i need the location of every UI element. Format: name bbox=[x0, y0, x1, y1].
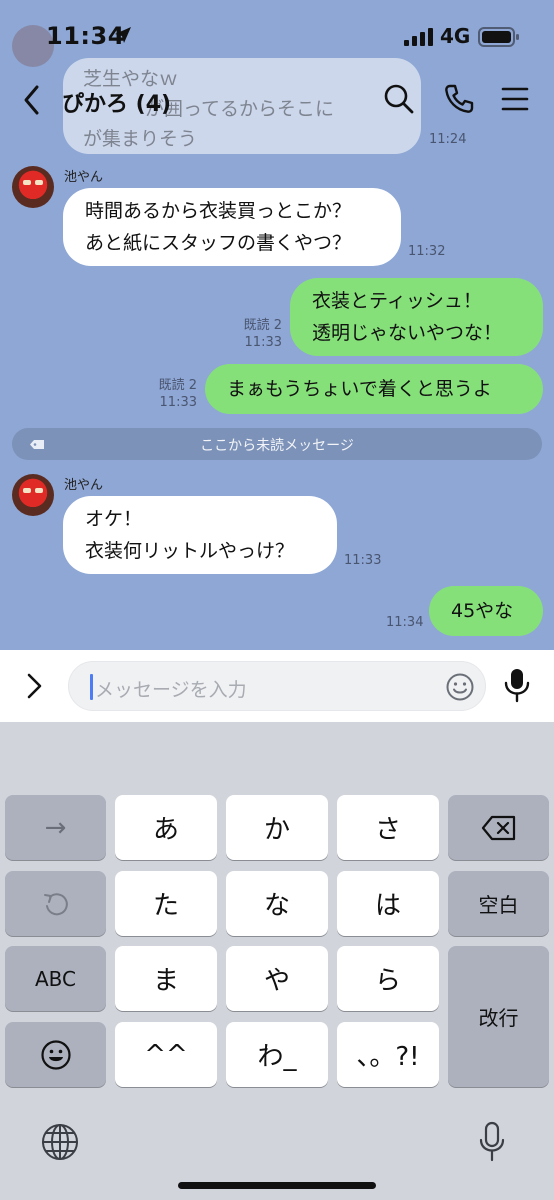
chevron-right-icon[interactable] bbox=[24, 672, 46, 700]
message-time: 11:34 bbox=[386, 615, 424, 630]
key-wa[interactable]: わ_ bbox=[226, 1022, 328, 1087]
undo-icon bbox=[43, 892, 68, 915]
key-ra[interactable]: ら bbox=[337, 946, 439, 1011]
key-abc[interactable]: ABC bbox=[5, 946, 106, 1011]
message-time: 11:32 bbox=[408, 244, 446, 259]
key-ha[interactable]: は bbox=[337, 871, 439, 936]
key-ma[interactable]: ま bbox=[115, 946, 217, 1011]
unread-divider-label: ここから未読メッセージ bbox=[200, 438, 354, 454]
back-icon[interactable] bbox=[20, 84, 44, 116]
key-emoji[interactable] bbox=[5, 1022, 106, 1087]
signal-icon bbox=[404, 28, 433, 46]
sender-name: 池やん bbox=[64, 478, 104, 493]
key-enter[interactable]: 改行 bbox=[448, 946, 549, 1087]
message-line: まぁもうちょいで着くと思うよ bbox=[227, 378, 492, 400]
chat-header: ぴかろ (4) bbox=[0, 72, 554, 128]
key-punctuation[interactable]: 、。?! bbox=[337, 1022, 439, 1087]
key-undo[interactable] bbox=[5, 871, 106, 936]
chat-title[interactable]: ぴかろ (4) bbox=[62, 86, 171, 118]
key-ya[interactable]: や bbox=[226, 946, 328, 1011]
location-arrow-icon bbox=[115, 27, 131, 43]
microphone-icon[interactable] bbox=[502, 667, 532, 703]
emoji-icon bbox=[40, 1039, 71, 1070]
key-ka[interactable]: か bbox=[226, 795, 328, 860]
incoming-message-bubble[interactable]: 時間あるから衣装買っとこか？ あと紙にスタッフの書くやつ？ bbox=[63, 188, 401, 266]
message-line: オケ！ bbox=[85, 508, 143, 530]
read-receipt: 既読 2 11:33 bbox=[243, 318, 282, 350]
search-icon[interactable] bbox=[382, 82, 416, 116]
avatar[interactable] bbox=[12, 166, 54, 208]
unread-divider: ここから未読メッセージ bbox=[12, 428, 542, 460]
message-input-placeholder: メッセージを入力 bbox=[95, 679, 247, 701]
message-time: 11:33 bbox=[344, 553, 382, 568]
key-kaomoji[interactable]: ^^ bbox=[115, 1022, 217, 1087]
emoji-icon[interactable] bbox=[445, 672, 475, 702]
message-line: 45やな bbox=[451, 600, 514, 622]
message-input-bar: メッセージを入力 bbox=[0, 650, 554, 722]
outgoing-message-bubble[interactable]: 45やな bbox=[429, 586, 543, 636]
dictation-icon[interactable] bbox=[478, 1121, 506, 1163]
battery-icon bbox=[478, 27, 519, 47]
key-ta[interactable]: た bbox=[115, 871, 217, 936]
sender-name: 池やん bbox=[64, 170, 104, 185]
chat-area[interactable]: 芝生やなｗ が囲ってるからそこに が集まりそう 11:24 11:34 4G ぴ… bbox=[0, 0, 554, 650]
prev-line-3: が集まりそう bbox=[83, 128, 198, 150]
message-line: 衣装とティッシュ！ bbox=[312, 290, 482, 312]
text-caret bbox=[90, 674, 93, 700]
read-receipt: 既読 2 11:33 bbox=[158, 378, 197, 410]
status-bar: 11:34 4G bbox=[0, 0, 554, 72]
key-sa[interactable]: さ bbox=[337, 795, 439, 860]
message-line: あと紙にスタッフの書くやつ？ bbox=[85, 232, 352, 254]
home-indicator[interactable] bbox=[178, 1182, 376, 1189]
menu-icon[interactable] bbox=[500, 84, 530, 114]
outgoing-message-bubble[interactable]: 衣装とティッシュ！ 透明じゃないやつな！ bbox=[290, 278, 543, 356]
key-na[interactable]: な bbox=[226, 871, 328, 936]
keyboard: → あ か さ た な は 空白 ABC ま や ら 改行 ^^ わ_ 、。?! bbox=[0, 722, 554, 1200]
phone-icon[interactable] bbox=[442, 82, 476, 116]
message-line: 衣装何リットルやっけ？ bbox=[85, 540, 295, 562]
incoming-message-bubble[interactable]: オケ！ 衣装何リットルやっけ？ bbox=[63, 496, 337, 574]
outgoing-message-bubble[interactable]: まぁもうちょいで着くと思うよ bbox=[205, 364, 543, 414]
key-delete[interactable] bbox=[448, 795, 549, 860]
message-line: 透明じゃないやつな！ bbox=[312, 322, 503, 344]
network-type: 4G bbox=[440, 24, 471, 48]
key-a[interactable]: あ bbox=[115, 795, 217, 860]
globe-icon[interactable] bbox=[40, 1122, 80, 1162]
key-space[interactable]: 空白 bbox=[448, 871, 549, 936]
message-input[interactable]: メッセージを入力 bbox=[68, 661, 486, 711]
message-line: 時間あるから衣装買っとこか？ bbox=[85, 200, 352, 222]
key-arrow[interactable]: → bbox=[5, 795, 106, 860]
backspace-icon bbox=[481, 815, 515, 840]
message-time: 11:24 bbox=[429, 132, 467, 147]
avatar[interactable] bbox=[12, 474, 54, 516]
